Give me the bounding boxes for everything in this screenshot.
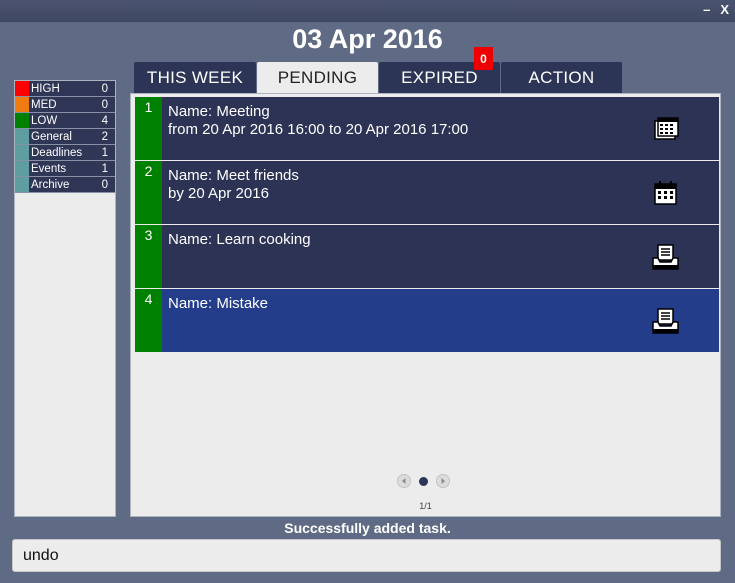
page-indicator: 1/1 [419,501,432,511]
tab-pending[interactable]: PENDING [257,62,378,94]
next-page-button[interactable] [436,474,450,488]
pagination [397,474,450,488]
category-count: 0 [101,98,108,111]
inbox-document-icon [652,308,679,334]
task-deadline: by 20 Apr 2016 [168,185,269,202]
category-label: LOW [31,114,58,127]
category-count: 0 [101,82,108,95]
command-input[interactable] [12,539,721,572]
task-number: 2 [135,161,162,224]
task-item[interactable]: 2 Name: Meet friends by 20 Apr 2016 [135,161,719,224]
chevron-right-icon [441,478,445,484]
task-item[interactable]: 1 Name: Meeting from 20 Apr 2016 16:00 t… [135,97,719,160]
calendar-range-icon [654,117,679,140]
category-count: 0 [101,178,108,191]
category-general-swatch [15,129,29,144]
priority-high-swatch [15,81,29,96]
category-label: Archive [31,178,70,191]
category-label: HIGH [31,82,60,95]
category-general[interactable]: General 2 [15,129,115,145]
category-label: General [31,130,72,143]
page-dot-1[interactable] [419,476,428,486]
category-label: Deadlines [31,146,83,159]
category-high[interactable]: HIGH 0 [15,81,115,97]
prev-page-button[interactable] [397,474,411,488]
task-item[interactable]: 3 Name: Learn cooking [135,225,719,288]
task-name: Name: Mistake [168,295,269,312]
category-count: 1 [101,146,108,159]
title-bar: – X [0,0,735,22]
category-events[interactable]: Events 1 [15,161,115,177]
task-number: 4 [135,289,162,352]
task-time: from 20 Apr 2016 16:00 to 20 Apr 2016 17… [168,121,469,138]
expired-count-badge: 0 [474,47,493,70]
category-archive[interactable]: Archive 0 [15,177,115,193]
inbox-document-icon [652,244,679,270]
category-archive-swatch [15,177,29,192]
task-number: 1 [135,97,162,160]
chevron-left-icon [402,478,406,484]
category-events-swatch [15,161,29,176]
category-deadlines[interactable]: Deadlines 1 [15,145,115,161]
task-name: Name: Meeting [168,103,270,120]
priority-med-swatch [15,97,29,112]
task-number: 3 [135,225,162,288]
calendar-icon [654,181,677,205]
task-name: Name: Learn cooking [168,231,311,248]
category-label: Events [31,162,67,175]
status-message: Successfully added task. [284,520,451,536]
category-low[interactable]: LOW 4 [15,113,115,129]
priority-low-swatch [15,113,29,128]
current-date: 03 Apr 2016 [292,24,443,54]
category-label: MED [31,98,57,111]
minimize-button[interactable]: – [703,2,710,18]
category-panel: HIGH 0 MED 0 LOW 4 General 2 Deadlines 1… [14,80,116,517]
category-count: 4 [101,114,108,127]
tab-action[interactable]: ACTION [501,62,622,94]
task-list: 1 Name: Meeting from 20 Apr 2016 16:00 t… [130,93,721,517]
category-count: 2 [101,130,108,143]
tab-this-week[interactable]: THIS WEEK [134,62,256,94]
task-name: Name: Meet friends [168,167,299,184]
category-med[interactable]: MED 0 [15,97,115,113]
category-count: 1 [101,162,108,175]
task-item-selected[interactable]: 4 Name: Mistake [135,289,719,352]
category-deadlines-swatch [15,145,29,160]
close-button[interactable]: X [720,2,729,18]
